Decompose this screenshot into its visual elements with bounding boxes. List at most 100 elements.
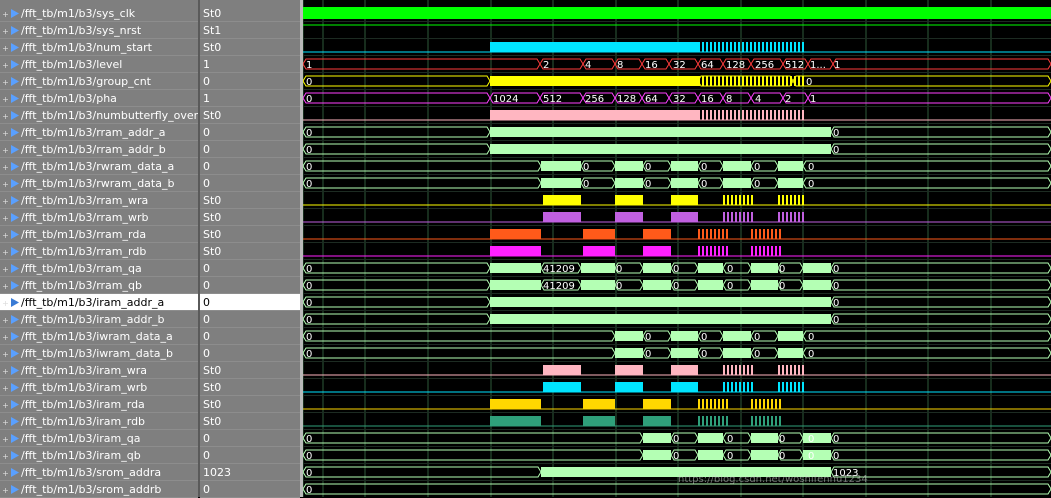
expand-icon[interactable]: + xyxy=(0,431,11,446)
signal-name-row[interactable]: + /fft_tb/m1/b3/iwram_data_b xyxy=(0,345,198,362)
expand-icon[interactable]: + xyxy=(0,23,11,38)
signal-name-row[interactable]: + /fft_tb/m1/b3/iram_rda xyxy=(0,396,198,413)
expand-icon[interactable]: + xyxy=(0,210,11,225)
signal-name-row[interactable]: + /fft_tb/m1/b3/rram_qb xyxy=(0,277,198,294)
waveform-pane[interactable]: 1 2 4 8 16 32 64 128 256 512 1... 10 00 1024 512 256 128… xyxy=(303,0,1051,497)
signal-name-row[interactable]: + /fft_tb/m1/b3/rram_addr_b xyxy=(0,141,198,158)
bit-pulse xyxy=(726,246,728,256)
bus-segment xyxy=(803,263,831,273)
expand-icon[interactable]: + xyxy=(0,346,11,361)
bit-pulse xyxy=(718,416,720,426)
expand-icon[interactable]: + xyxy=(0,482,11,497)
expand-icon[interactable]: + xyxy=(0,465,11,480)
signal-icon xyxy=(11,111,19,120)
bus-segment xyxy=(490,76,698,86)
signal-name-row[interactable]: + /fft_tb/m1/b3/iram_rdb xyxy=(0,413,198,430)
signal-value: St1 xyxy=(200,22,300,39)
bit-pulse xyxy=(742,110,744,120)
expand-icon[interactable]: + xyxy=(0,40,11,55)
signal-name-row[interactable]: + /fft_tb/m1/b3/iram_addr_a xyxy=(0,294,198,311)
signal-name-row[interactable]: + /fft_tb/m1/b3/rwram_data_b xyxy=(0,175,198,192)
expand-icon[interactable]: + xyxy=(0,312,11,327)
expand-icon[interactable]: + xyxy=(0,91,11,106)
signal-value-pane[interactable]: St0 St1 St0 1 0 1 St0 0 0 0 0 St0 St0 St0 St0 0 0 0 0 0 0 St0… xyxy=(200,0,300,498)
expand-icon[interactable]: + xyxy=(0,295,11,310)
expand-icon[interactable]: + xyxy=(0,125,11,140)
signal-name-row[interactable]: + /fft_tb/m1/b3/rwram_data_a xyxy=(0,158,198,175)
bus-value-label: 0 xyxy=(306,77,312,88)
signal-name-row[interactable]: + /fft_tb/m1/b3/iwram_data_a xyxy=(0,328,198,345)
expand-icon[interactable]: + xyxy=(0,159,11,174)
expand-icon[interactable]: + xyxy=(0,57,11,72)
signal-name-row[interactable]: + /fft_tb/m1/b3/sys_nrst xyxy=(0,22,198,39)
expand-icon[interactable]: + xyxy=(0,261,11,276)
signal-name-row[interactable]: + /fft_tb/m1/b3/iram_qb xyxy=(0,447,198,464)
signal-name-pane[interactable]: + /fft_tb/m1/b3/sys_clk + /fft_tb/m1/b3/sys… xyxy=(0,0,198,498)
expand-icon[interactable]: + xyxy=(0,329,11,344)
signal-name-row[interactable]: + /fft_tb/m1/b3/rram_qa xyxy=(0,260,198,277)
signal-name-row[interactable]: + /fft_tb/m1/b3/numbutterfly_over xyxy=(0,107,198,124)
signal-name-row[interactable]: + /fft_tb/m1/b3/rram_wra xyxy=(0,192,198,209)
signal-name-row[interactable]: + /fft_tb/m1/b3/sys_clk xyxy=(0,5,198,22)
bit-pulse xyxy=(751,246,753,256)
bit-pulse xyxy=(739,382,741,392)
signal-name-row[interactable]: + /fft_tb/m1/b3/iram_qa xyxy=(0,430,198,447)
signal-icon xyxy=(11,485,19,494)
expand-icon[interactable]: + xyxy=(0,278,11,293)
expand-icon[interactable]: + xyxy=(0,414,11,429)
signal-name-row[interactable]: + /fft_tb/m1/b3/rram_rda xyxy=(0,226,198,243)
bit-burst xyxy=(490,399,541,409)
bit-pulse xyxy=(790,365,792,375)
bit-pulse xyxy=(775,399,777,409)
bus-segment xyxy=(541,178,581,188)
bus-segment xyxy=(643,280,671,290)
signal-name-row[interactable]: + /fft_tb/m1/b3/level xyxy=(0,56,198,73)
bit-pulse xyxy=(774,42,776,52)
expand-icon[interactable]: + xyxy=(0,193,11,208)
bit-pulse xyxy=(794,76,796,86)
expand-icon[interactable]: + xyxy=(0,6,11,21)
signal-name-row[interactable]: + /fft_tb/m1/b3/rram_addr_a xyxy=(0,124,198,141)
signal-name-row[interactable]: + /fft_tb/m1/b3/iram_wrb xyxy=(0,379,198,396)
bit-pulse xyxy=(778,195,780,205)
signal-name: /fft_tb/m1/b3/num_start xyxy=(21,41,152,54)
expand-icon[interactable]: + xyxy=(0,176,11,191)
signal-name-row[interactable]: + /fft_tb/m1/b3/num_start xyxy=(0,39,198,56)
expand-icon[interactable]: + xyxy=(0,244,11,259)
bus-segment xyxy=(830,449,1051,461)
expand-icon[interactable]: + xyxy=(0,227,11,242)
bit-pulse xyxy=(706,42,708,52)
clock-trace xyxy=(303,7,1051,19)
expand-icon[interactable]: + xyxy=(0,448,11,463)
signal-name-row[interactable]: + /fft_tb/m1/b3/group_cnt xyxy=(0,73,198,90)
signal-name-row[interactable]: + /fft_tb/m1/b3/srom_addrb xyxy=(0,481,198,498)
expand-icon[interactable]: + xyxy=(0,108,11,123)
bit-pulse xyxy=(702,229,704,239)
bit-pulse xyxy=(758,110,760,120)
bus-segment xyxy=(615,161,643,171)
signal-icon xyxy=(11,9,19,18)
expand-icon[interactable]: + xyxy=(0,363,11,378)
signal-name: /fft_tb/m1/b3/iram_rda xyxy=(21,398,145,411)
signal-name-row[interactable]: + /fft_tb/m1/b3/iram_wra xyxy=(0,362,198,379)
bus-value-label: 0 xyxy=(727,264,733,275)
signal-name-row[interactable]: + /fft_tb/m1/b3/rram_wrb xyxy=(0,209,198,226)
expand-icon[interactable]: + xyxy=(0,397,11,412)
expand-icon[interactable]: + xyxy=(0,380,11,395)
signal-name-row[interactable]: + /fft_tb/m1/b3/rram_rdb xyxy=(0,243,198,260)
signal-name: /fft_tb/m1/b3/rram_rdb xyxy=(21,245,147,258)
bit-pulse xyxy=(751,399,753,409)
expand-icon[interactable]: + xyxy=(0,142,11,157)
bit-pulse xyxy=(710,246,712,256)
bus-value-label: 0 xyxy=(779,281,785,292)
signal-name-row[interactable]: + /fft_tb/m1/b3/srom_addra xyxy=(0,464,198,481)
signal-name-row[interactable]: + /fft_tb/m1/b3/pha xyxy=(0,90,198,107)
bit-pulse xyxy=(743,365,745,375)
expand-icon[interactable]: + xyxy=(0,74,11,89)
signal-name-row[interactable]: + /fft_tb/m1/b3/iram_addr_b xyxy=(0,311,198,328)
bus-value-label: 0 xyxy=(806,77,812,88)
bit-pulse xyxy=(706,399,708,409)
signal-icon xyxy=(11,417,19,426)
bus-value-label: 0 xyxy=(306,315,312,326)
bus-segment xyxy=(303,160,542,172)
